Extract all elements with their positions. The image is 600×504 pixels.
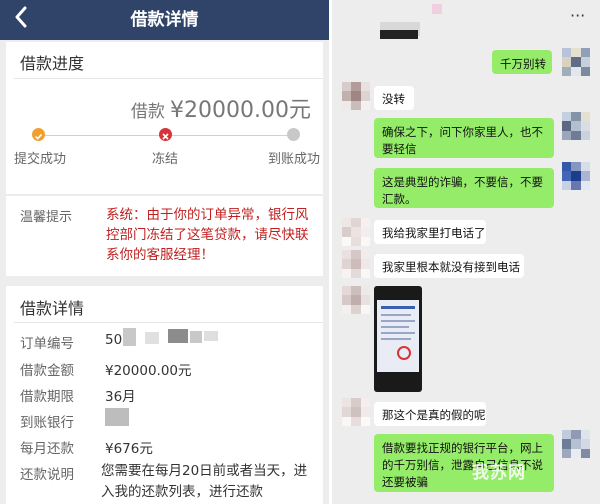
document-text-line xyxy=(381,338,411,340)
detail-label: 借款期限 xyxy=(20,389,74,405)
user-avatar[interactable] xyxy=(562,162,590,190)
more-icon[interactable]: ··· xyxy=(570,6,585,25)
order-number-value: 50 xyxy=(105,332,123,348)
chat-message-received[interactable]: 那这个是真的假的呢 xyxy=(374,402,486,426)
chat-message-received[interactable]: 我家里根本就没有接到电话 xyxy=(374,254,524,278)
repayment-note-value: 您需要在每月20日前或者当天，进入我的还款列表，进行还款 xyxy=(101,463,308,500)
document-text-line xyxy=(381,314,411,316)
chat-message-received[interactable]: 没转 xyxy=(374,86,414,110)
redaction-block xyxy=(105,408,129,426)
loan-app-screen: 借款详情 借款进度 借款 ¥20000.00元 提交成功 冻结 到账成功 温馨提… xyxy=(0,0,329,504)
step-done-icon xyxy=(32,128,45,141)
amount-label: 借款 xyxy=(130,102,165,122)
step-label: 冻结 xyxy=(152,152,179,167)
chat-message-sent[interactable]: 这是典型的诈骗，不要信，不要汇款。 xyxy=(374,168,554,208)
redacted-contact-name xyxy=(380,30,418,39)
contact-avatar[interactable] xyxy=(342,82,370,110)
redaction-block xyxy=(432,4,442,14)
document-text-line xyxy=(381,320,415,322)
step-label: 到账成功 xyxy=(268,152,321,167)
details-card: 借款详情 订单编号 50 借款金额 ¥20000.00元 借款期限 36月 到账… xyxy=(6,286,323,504)
divider xyxy=(14,78,323,79)
red-seal-icon xyxy=(397,346,411,360)
loan-term-value: 36月 xyxy=(105,389,136,405)
redaction-block xyxy=(123,328,136,346)
chat-image-message[interactable] xyxy=(374,286,422,392)
user-avatar[interactable] xyxy=(562,430,590,458)
loan-amount: 借款 ¥20000.00元 xyxy=(131,92,311,124)
chat-message-sent[interactable]: 确保之下，问下你家里人，也不要轻信 xyxy=(374,118,554,158)
progress-card: 借款进度 借款 ¥20000.00元 提交成功 冻结 到账成功 xyxy=(6,42,323,194)
detail-label: 到账银行 xyxy=(20,415,74,431)
user-avatar[interactable] xyxy=(562,48,590,76)
redaction-block xyxy=(204,331,218,341)
document-image xyxy=(377,300,419,372)
redaction-block xyxy=(145,332,159,344)
monthly-payment-value: ¥676元 xyxy=(105,441,153,457)
redaction-block xyxy=(190,331,202,343)
watermark-logo: 我苏网 xyxy=(472,463,526,483)
chat-message-sent[interactable]: 千万别转 xyxy=(492,50,552,74)
document-heading-line xyxy=(381,306,415,309)
detail-label: 还款说明 xyxy=(20,467,74,483)
step-pending-icon xyxy=(287,128,300,141)
document-text-line xyxy=(381,326,409,328)
step-label: 提交成功 xyxy=(14,152,67,167)
chat-message-sent[interactable]: 借款要找正规的银行平台，网上的千万别信，泄露自己信息不说还要被骗 xyxy=(374,434,554,492)
step-frozen-icon xyxy=(159,128,172,141)
chat-message-received[interactable]: 我给我家里打电话了 xyxy=(374,220,486,244)
divider xyxy=(14,322,323,323)
notice-text: 系统：由于你的订单异常，银行风控部门冻结了这笔贷款，请尽快联系你的客服经理！ xyxy=(106,207,309,263)
redaction-block xyxy=(168,329,188,343)
detail-label: 每月还款 xyxy=(20,441,74,457)
user-avatar[interactable] xyxy=(562,112,590,140)
detail-label: 借款金额 xyxy=(20,363,74,379)
loan-amount-value: ¥20000.00元 xyxy=(105,363,192,379)
contact-avatar[interactable] xyxy=(342,218,370,246)
progress-heading: 借款进度 xyxy=(20,54,85,73)
details-heading: 借款详情 xyxy=(20,299,85,318)
notice-label: 温馨提示 xyxy=(20,210,73,225)
chat-screen: ··· 千万别转 没转 确保之下，问下你家里人，也不要轻信 这是典型的诈骗，不要… xyxy=(332,0,600,504)
notice-card: 温馨提示 系统：由于你的订单异常，银行风控部门冻结了这笔贷款，请尽快联系你的客服… xyxy=(6,196,323,276)
detail-label: 订单编号 xyxy=(20,336,74,352)
document-text-line xyxy=(381,332,415,334)
contact-avatar[interactable] xyxy=(342,250,370,278)
contact-avatar[interactable] xyxy=(342,286,370,314)
amount-value: ¥20000.00元 xyxy=(170,98,311,123)
contact-avatar[interactable] xyxy=(342,398,370,426)
page-title: 借款详情 xyxy=(130,10,199,30)
